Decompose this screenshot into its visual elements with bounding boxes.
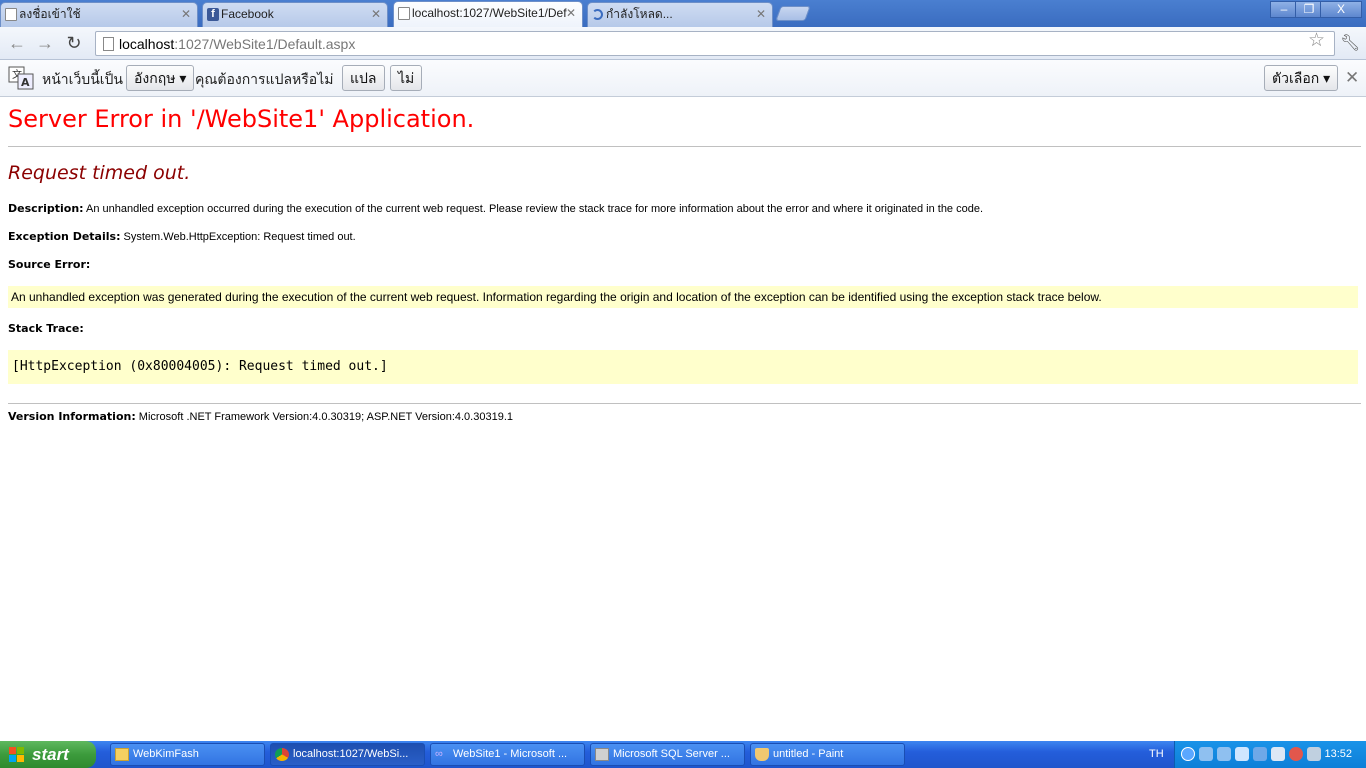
source-error-box: An unhandled exception was generated dur… — [8, 286, 1358, 308]
folder-icon — [115, 748, 129, 761]
source-error-section: Source Error: — [8, 258, 90, 271]
divider — [8, 403, 1361, 404]
sync-icon[interactable] — [1253, 747, 1267, 761]
exception-text: System.Web.HttpException: Request timed … — [120, 231, 356, 243]
start-label: start — [32, 745, 69, 764]
tab-facebook[interactable]: f Facebook ✕ — [202, 2, 388, 27]
stack-trace-section: Stack Trace: — [8, 322, 84, 335]
taskbar-item-label: WebSite1 - Microsoft ... — [453, 748, 568, 760]
exception-label: Exception Details: — [8, 230, 121, 243]
address-bar[interactable]: localhost:1027/WebSite1/Default.aspx — [95, 31, 1335, 56]
page-content: Server Error in '/WebSite1' Application.… — [0, 97, 1366, 741]
language-select[interactable]: อังกฤษ ▾ — [126, 65, 195, 91]
version-text: Microsoft .NET Framework Version:4.0.303… — [135, 411, 513, 423]
options-button[interactable]: ตัวเลือก ▾ — [1264, 65, 1339, 91]
new-tab-button[interactable] — [775, 6, 811, 21]
safely-remove-icon[interactable] — [1307, 747, 1321, 761]
description-section: Description: An unhandled exception occu… — [8, 202, 983, 215]
network-icon[interactable] — [1271, 747, 1285, 761]
divider — [8, 146, 1361, 147]
restore-button[interactable]: ❐ — [1295, 1, 1323, 18]
close-icon[interactable]: ✕ — [1345, 68, 1359, 88]
paint-icon — [755, 748, 769, 761]
translate-icon: 文 A — [8, 66, 34, 90]
network-users-icon[interactable] — [1199, 747, 1213, 761]
close-tab-icon[interactable]: ✕ — [756, 3, 766, 25]
taskbar-item-sql-server[interactable]: Microsoft SQL Server ... — [590, 743, 745, 766]
taskbar-item-label: WebKimFash — [133, 748, 199, 760]
svg-text:A: A — [21, 76, 30, 89]
wrench-icon[interactable]: 🔧︎ — [1340, 33, 1360, 53]
tab-sign-in[interactable]: ลงชื่อเข้าใช้ ✕ — [0, 2, 198, 27]
taskbar-item-label: untitled - Paint — [773, 748, 844, 760]
page-icon — [103, 37, 114, 51]
exception-details-section: Exception Details: System.Web.HttpExcept… — [8, 230, 356, 243]
minimize-button[interactable]: – — [1270, 1, 1298, 18]
translate-bar: 文 A หน้าเว็บนี้เป็น อังกฤษ ▾ คุณต้องการแ… — [0, 60, 1366, 97]
show-hidden-icons-icon[interactable] — [1181, 747, 1195, 761]
windows-logo-icon — [9, 747, 24, 762]
close-tab-icon[interactable]: ✕ — [371, 3, 381, 25]
start-button[interactable]: start — [0, 741, 96, 768]
description-text: An unhandled exception occurred during t… — [83, 203, 984, 215]
chrome-icon — [275, 748, 289, 761]
taskbar: start WebKimFash localhost:1027/WebSi...… — [0, 741, 1366, 768]
close-window-button[interactable]: X — [1320, 1, 1362, 18]
stack-trace-box: [HttpException (0x80004005): Request tim… — [8, 350, 1358, 384]
taskbar-item-label: localhost:1027/WebSi... — [293, 748, 409, 760]
tab-title: ลงชื่อเข้าใช้ — [19, 7, 81, 21]
system-tray: 13:52 — [1174, 741, 1366, 768]
translate-page-language-label: หน้าเว็บนี้เป็น — [42, 71, 124, 87]
browser-tab-strip: ลงชื่อเข้าใช้ ✕ f Facebook ✕ localhost:1… — [0, 0, 1366, 27]
description-label: Description: — [8, 202, 84, 215]
device-icon[interactable] — [1235, 747, 1249, 761]
network-users-icon[interactable] — [1217, 747, 1231, 761]
page-icon — [398, 7, 410, 20]
taskbar-item-paint[interactable]: untitled - Paint — [750, 743, 905, 766]
page-title: Server Error in '/WebSite1' Application. — [8, 105, 475, 133]
tab-title: กำลังโหลด... — [606, 7, 673, 21]
forward-arrow-icon[interactable]: → — [35, 33, 55, 53]
source-error-label: Source Error: — [8, 258, 91, 271]
close-tab-icon[interactable]: ✕ — [181, 3, 191, 25]
tab-title: localhost:1027/WebSite1/Def — [412, 6, 567, 20]
taskbar-item-chrome[interactable]: localhost:1027/WebSi... — [270, 743, 425, 766]
language-indicator[interactable]: TH — [1149, 748, 1164, 760]
taskbar-item-label: Microsoft SQL Server ... — [613, 748, 730, 760]
tab-title: Facebook — [221, 7, 274, 21]
visual-studio-icon: ∞ — [435, 748, 443, 760]
back-arrow-icon[interactable]: ← — [7, 33, 27, 53]
sql-server-icon — [595, 748, 609, 761]
close-tab-icon[interactable]: ✕ — [566, 2, 576, 24]
version-label: Version Information: — [8, 410, 136, 423]
taskbar-item-webkimfash[interactable]: WebKimFash — [110, 743, 265, 766]
browser-toolbar: ← → ↻ localhost:1027/WebSite1/Default.as… — [0, 27, 1366, 60]
page-icon — [5, 8, 17, 21]
url-host: localhost — [119, 36, 175, 52]
url-text[interactable]: localhost:1027/WebSite1/Default.aspx — [119, 36, 355, 52]
error-message: Request timed out. — [8, 162, 191, 184]
no-translate-button[interactable]: ไม่ — [390, 65, 423, 91]
clock: 13:52 — [1324, 748, 1352, 760]
tab-localhost[interactable]: localhost:1027/WebSite1/Def ✕ — [393, 1, 583, 27]
taskbar-item-visual-studio[interactable]: ∞ WebSite1 - Microsoft ... — [430, 743, 585, 766]
star-icon[interactable]: ☆ — [1308, 29, 1325, 52]
tab-loading[interactable]: กำลังโหลด... ✕ — [587, 2, 773, 27]
translate-question: คุณต้องการแปลหรือไม่ — [195, 71, 334, 87]
security-shield-icon[interactable] — [1289, 747, 1303, 761]
stack-trace-label: Stack Trace: — [8, 322, 84, 335]
version-information-section: Version Information: Microsoft .NET Fram… — [8, 410, 513, 423]
facebook-icon: f — [207, 8, 219, 21]
loading-spinner-icon — [592, 9, 603, 20]
reload-icon[interactable]: ↻ — [64, 33, 84, 53]
translate-button[interactable]: แปล — [342, 65, 385, 91]
url-path: :1027/WebSite1/Default.aspx — [174, 36, 356, 52]
